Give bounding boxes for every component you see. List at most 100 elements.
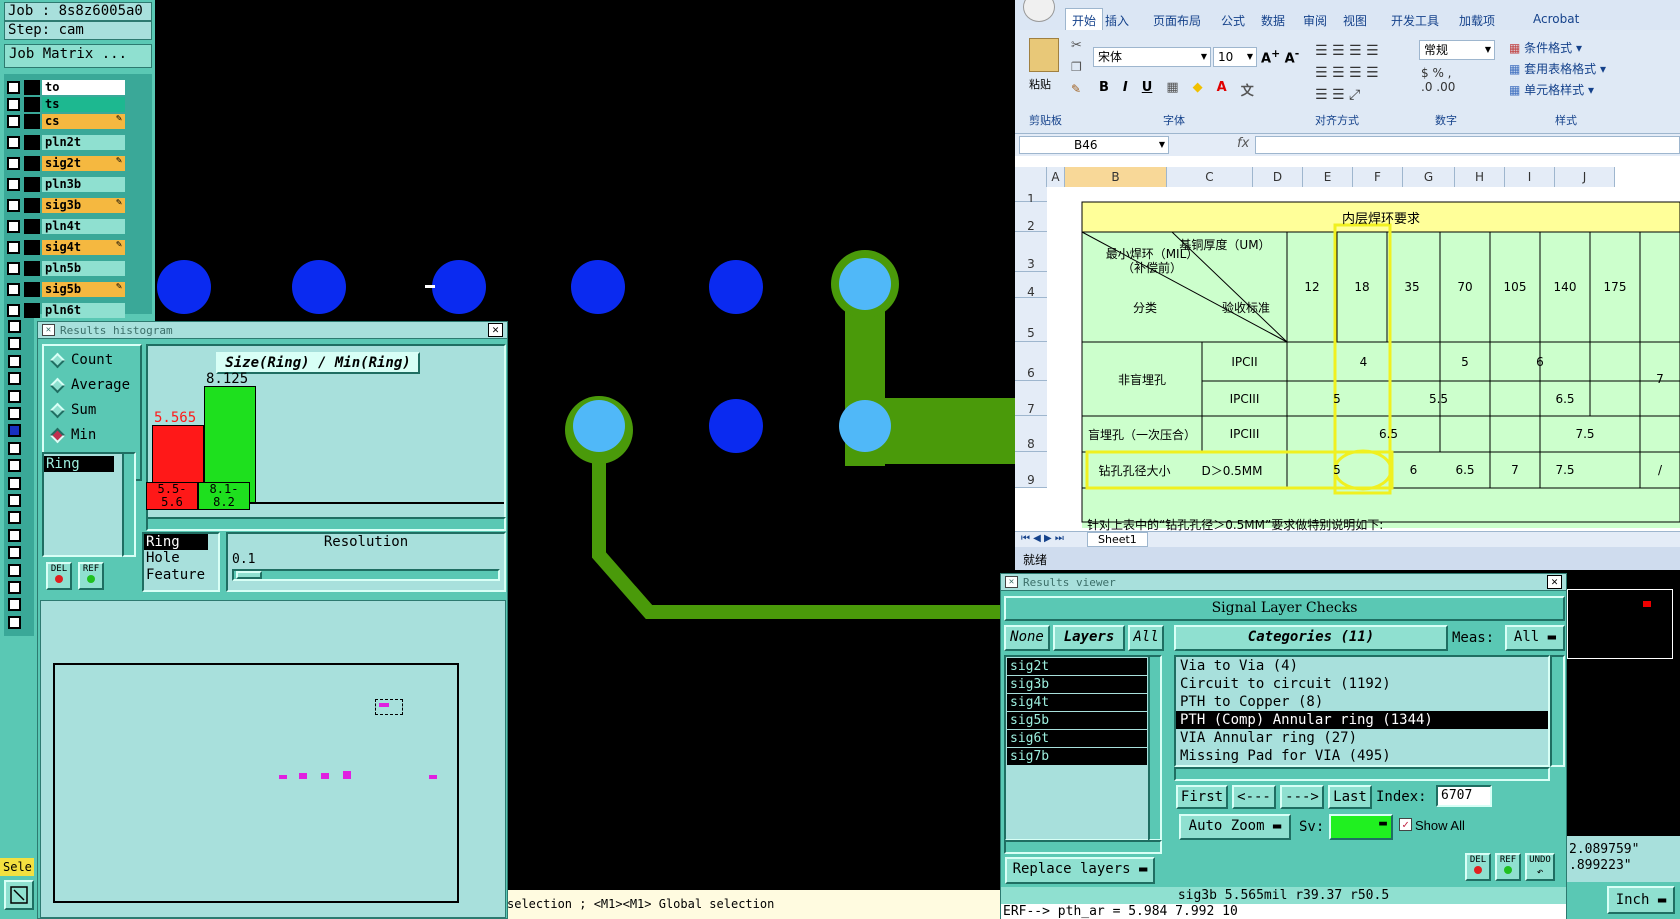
chart-scrollbar[interactable]: [146, 517, 506, 531]
categories-button[interactable]: Categories (11): [1174, 625, 1448, 651]
layer-display-checkbox[interactable]: [7, 115, 20, 128]
number-format-select[interactable]: 常规 ▼: [1419, 40, 1495, 60]
ribbon-tab[interactable]: 加载项: [1459, 12, 1495, 29]
ribbon-tab[interactable]: 视图: [1343, 12, 1367, 29]
ribbon-tab[interactable]: 审阅: [1303, 12, 1327, 29]
category-list-scrollbar[interactable]: [1550, 655, 1565, 767]
zoom-box[interactable]: [375, 699, 403, 715]
column-header[interactable]: B: [1065, 167, 1167, 187]
pth-pad[interactable]: [839, 400, 891, 452]
layer-checkbox[interactable]: [8, 598, 21, 612]
layer-row-pln3b[interactable]: pln3b: [7, 176, 125, 193]
font-color-icon[interactable]: A: [1217, 80, 1227, 99]
option-min[interactable]: Min: [49, 427, 96, 443]
del-button[interactable]: DEL: [46, 562, 72, 590]
row-header[interactable]: 4: [1015, 272, 1047, 299]
row-header[interactable]: 3: [1015, 232, 1047, 272]
rv-layer-item[interactable]: sig3b: [1007, 676, 1147, 693]
layer-row-sig3b[interactable]: sig3b ✎: [7, 197, 125, 214]
layer-display-checkbox[interactable]: [7, 241, 20, 254]
none-button[interactable]: None: [1004, 625, 1050, 651]
border-icon[interactable]: ▦: [1166, 80, 1178, 99]
category-item[interactable]: Via to Via (4): [1176, 657, 1548, 675]
category-list-hscrollbar[interactable]: [1174, 767, 1550, 781]
ribbon-tab[interactable]: Acrobat: [1533, 12, 1579, 26]
layer-display-checkbox[interactable]: [7, 220, 20, 233]
layer-list-scrollbar[interactable]: [1148, 655, 1162, 841]
layer-row-pln2t[interactable]: pln2t: [7, 134, 125, 151]
mini-map[interactable]: [1567, 585, 1680, 835]
sv-color-select[interactable]: ▬: [1329, 814, 1393, 840]
layer-checkbox[interactable]: [8, 563, 21, 577]
rv-undo-button[interactable]: UNDO ↶: [1525, 853, 1555, 881]
layer-checkbox[interactable]: [8, 372, 21, 386]
layers-button[interactable]: Layers: [1053, 625, 1125, 651]
rv-ref-button[interactable]: REF: [1495, 853, 1521, 881]
name-box[interactable]: B46 ▼: [1019, 136, 1169, 154]
conditional-format-button[interactable]: ▦ 条件格式 ▾: [1509, 38, 1606, 59]
layer-checkbox[interactable]: [8, 441, 21, 455]
layer-display-checkbox[interactable]: [7, 304, 20, 317]
via-pad[interactable]: [709, 260, 763, 314]
all-button[interactable]: All: [1128, 625, 1164, 651]
layer-display-checkbox[interactable]: [7, 98, 20, 111]
number-buttons[interactable]: $ % , .0 .00: [1421, 66, 1455, 94]
column-header[interactable]: E: [1303, 167, 1353, 187]
option-sum[interactable]: Sum: [49, 402, 96, 418]
category-item[interactable]: PTH (Comp) Annular ring (1344): [1176, 711, 1548, 729]
via-pad[interactable]: [157, 260, 211, 314]
window-menu-icon[interactable]: ✕: [1005, 576, 1018, 588]
layer-row-sig4t[interactable]: sig4t ✎: [7, 239, 125, 256]
rv-layer-item[interactable]: sig4t: [1007, 694, 1147, 711]
replace-layers-select[interactable]: Replace layers ▬: [1005, 857, 1155, 884]
option-average[interactable]: Average: [49, 377, 130, 393]
category-item[interactable]: VIA Annular ring (27): [1176, 729, 1548, 747]
prev-button[interactable]: <---: [1232, 785, 1276, 809]
sheet-tab[interactable]: Sheet1: [1087, 532, 1148, 547]
ribbon-tab[interactable]: 开始: [1065, 8, 1104, 32]
layer-checkbox[interactable]: [8, 354, 21, 368]
column-header[interactable]: A: [1047, 167, 1065, 187]
measure-item-ring[interactable]: Ring: [144, 534, 208, 550]
next-button[interactable]: --->: [1280, 785, 1324, 809]
layer-row-ts[interactable]: ts: [7, 96, 125, 113]
row-header[interactable]: 1: [1015, 187, 1047, 206]
category-item[interactable]: PTH to Copper (8): [1176, 693, 1548, 711]
office-button-icon[interactable]: [1023, 0, 1055, 22]
layer-display-checkbox[interactable]: [7, 199, 20, 212]
layer-display-checkbox[interactable]: [7, 262, 20, 275]
layer-checkbox[interactable]: [8, 511, 21, 525]
field-list-item[interactable]: Ring: [44, 456, 114, 472]
layer-checkbox[interactable]: [8, 407, 21, 420]
layer-display-checkbox[interactable]: [7, 136, 20, 149]
row-header[interactable]: 7: [1015, 381, 1047, 416]
layer-checkbox[interactable]: [8, 337, 21, 351]
close-icon[interactable]: ✕: [488, 323, 503, 337]
via-pad[interactable]: [432, 260, 486, 314]
category-item[interactable]: Circuit to circuit (1192): [1176, 675, 1548, 693]
layer-checkbox[interactable]: [8, 494, 21, 507]
close-icon[interactable]: ✕: [1547, 575, 1562, 589]
cut-icon[interactable]: ✂: [1071, 38, 1082, 53]
fill-color-icon[interactable]: ◆: [1193, 80, 1203, 99]
results-viewer-titlebar[interactable]: ✕ Results viewer ✕: [1001, 574, 1566, 591]
measure-item-hole[interactable]: Hole: [144, 550, 218, 567]
grow-font-icon[interactable]: A+ A-: [1261, 47, 1299, 66]
align-buttons[interactable]: ☰ ☰ ☰ ☰ ☰ ☰ ☰ ☰ ☰ ☰ ⤢: [1315, 40, 1379, 106]
font-size-select[interactable]: 10 ▼: [1213, 47, 1257, 67]
layer-row-sig5b[interactable]: sig5b ✎: [7, 281, 125, 298]
rv-del-button[interactable]: DEL: [1465, 853, 1491, 881]
ref-button[interactable]: REF: [78, 562, 104, 590]
layer-row-to[interactable]: to: [7, 79, 125, 96]
layer-checkbox[interactable]: [8, 546, 21, 560]
zoom-tool-icon[interactable]: [4, 880, 34, 910]
column-header[interactable]: D: [1253, 167, 1303, 187]
column-header[interactable]: H: [1455, 167, 1505, 187]
rv-layer-item[interactable]: sig7b: [1007, 748, 1147, 765]
formula-input[interactable]: [1255, 136, 1680, 154]
layer-display-checkbox[interactable]: [7, 178, 20, 191]
column-header[interactable]: J: [1555, 167, 1615, 187]
layer-row-pln5b[interactable]: pln5b: [7, 260, 125, 277]
window-menu-icon[interactable]: ✕: [42, 324, 55, 336]
histogram-titlebar[interactable]: ✕ Results histogram ✕: [38, 322, 507, 339]
